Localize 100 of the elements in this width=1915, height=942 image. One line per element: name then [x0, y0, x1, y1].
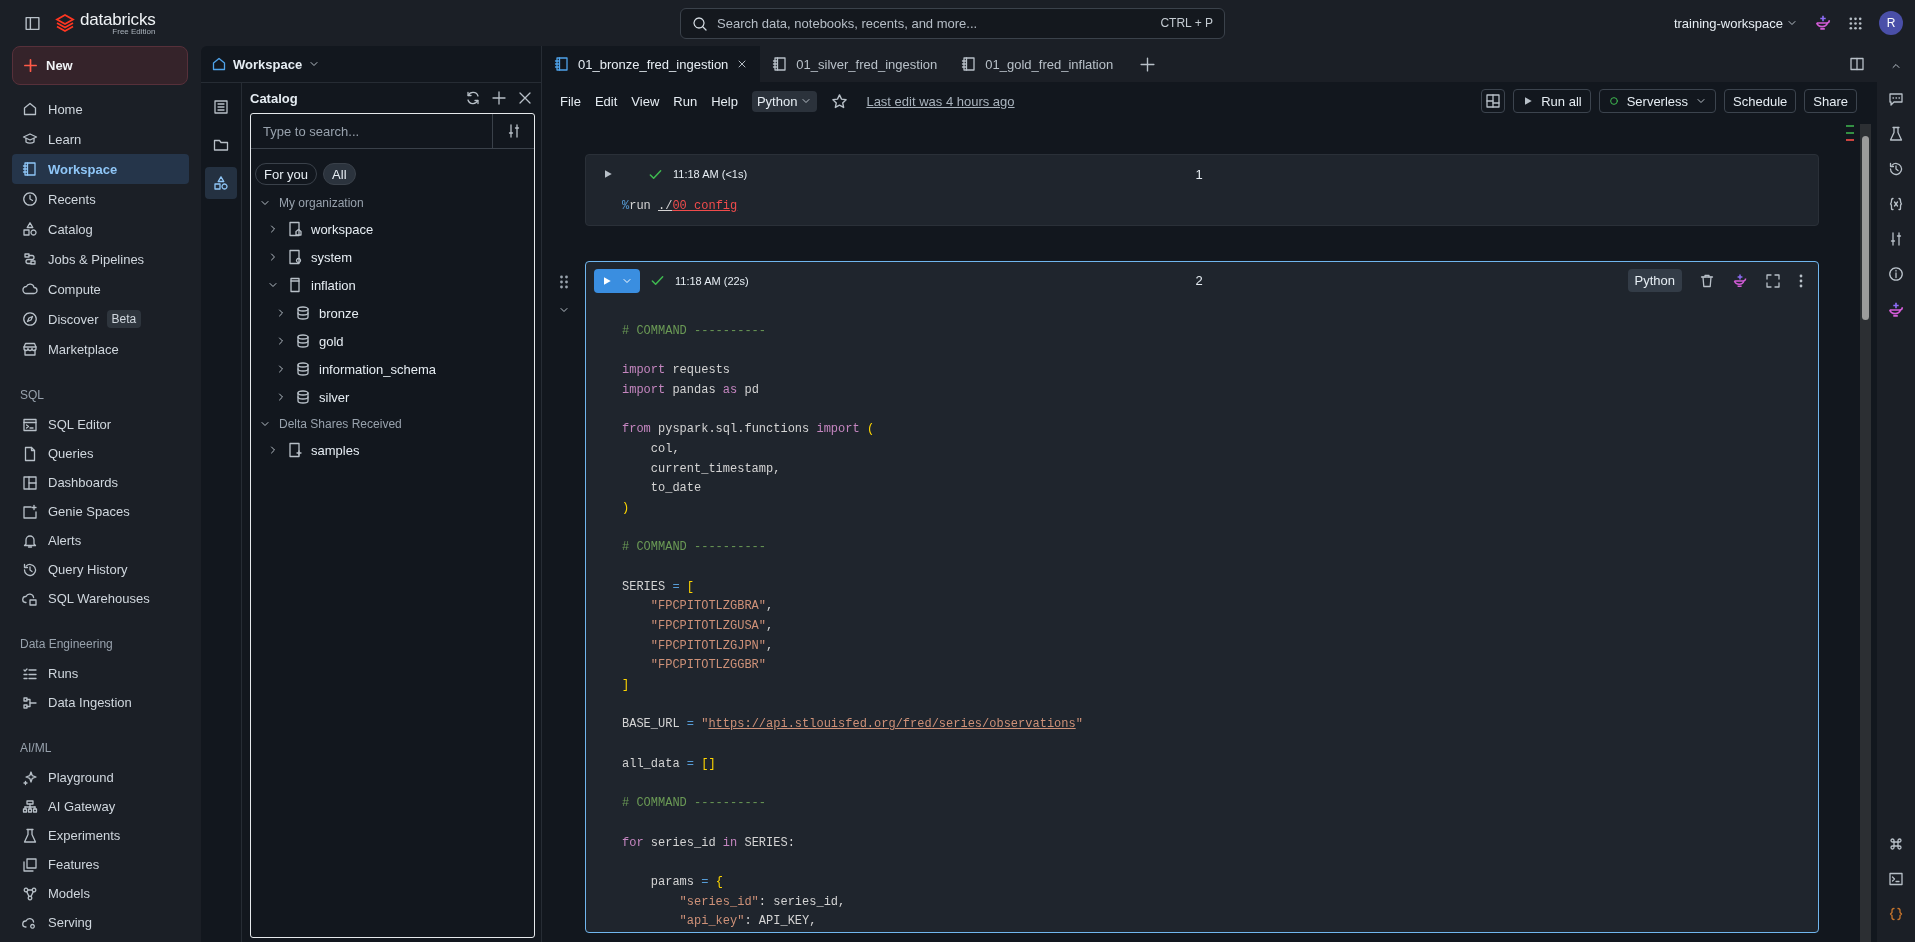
brand-name: databricks — [80, 10, 156, 28]
menu-item[interactable]: View — [631, 93, 660, 109]
nav-item[interactable]: Workspace — [12, 154, 189, 184]
panel-title[interactable]: Workspace — [233, 56, 303, 72]
language-badge[interactable]: Python — [1627, 269, 1682, 293]
sidebar-toggle-icon[interactable] — [24, 14, 41, 32]
code-line: to_date — [649, 480, 702, 498]
nav-item[interactable]: Experiments — [12, 821, 189, 850]
nav-item[interactable]: Playground — [12, 763, 189, 792]
assistant-icon[interactable] — [1732, 272, 1748, 289]
nav-item[interactable]: Models — [12, 879, 189, 908]
menu-item[interactable]: File — [560, 93, 581, 109]
nav-item[interactable]: Serving — [12, 908, 189, 937]
tree-item[interactable]: system — [251, 243, 534, 271]
code-line: import requests — [622, 362, 731, 380]
assistant-icon[interactable] — [1887, 301, 1905, 319]
panel-tab[interactable] — [205, 167, 237, 199]
language-dropdown[interactable]: Python — [751, 90, 818, 112]
command-icon[interactable] — [1888, 836, 1904, 852]
new-button[interactable]: New — [12, 46, 188, 85]
tree-item[interactable]: bronze — [251, 299, 534, 327]
notebook-tab[interactable]: 01_gold_fred_inflation — [949, 46, 1126, 82]
compute-dropdown[interactable]: Serverless — [1598, 89, 1717, 113]
nav-item[interactable]: Dashboards — [12, 468, 189, 497]
nav-item[interactable]: Recents — [12, 184, 189, 214]
tree-item[interactable]: My organization — [251, 190, 534, 215]
code-line: ) — [622, 499, 630, 517]
add-icon[interactable] — [491, 90, 507, 106]
assistant-icon[interactable] — [1814, 14, 1832, 32]
nav-item[interactable]: Learn — [12, 124, 189, 154]
star-icon[interactable] — [831, 92, 849, 110]
document-icon — [22, 445, 38, 462]
code-line: %run ./00_config — [622, 198, 738, 215]
run-cell-button[interactable] — [594, 268, 640, 293]
more-icon[interactable] — [1798, 272, 1804, 289]
nav-item[interactable]: Features — [12, 850, 189, 879]
history-icon[interactable] — [1888, 161, 1904, 177]
last-edit-link[interactable]: Last edit was 4 hours ago — [866, 93, 1015, 109]
close-icon[interactable] — [517, 90, 533, 106]
store-icon — [22, 341, 38, 357]
user-avatar[interactable]: R — [1879, 11, 1903, 35]
section-heading: AI/ML — [19, 740, 53, 757]
tree-item[interactable]: Delta Shares Received — [251, 411, 534, 436]
nav-item[interactable]: Data Ingestion — [12, 688, 189, 717]
share-button[interactable]: Share — [1804, 89, 1857, 113]
expand-icon[interactable] — [1765, 272, 1781, 289]
nav-item[interactable]: Alerts — [12, 526, 189, 555]
run-cell-icon[interactable] — [602, 168, 614, 180]
flask-icon[interactable] — [1888, 126, 1904, 142]
nav-item[interactable]: Genie Spaces — [12, 497, 189, 526]
tree-item[interactable]: silver — [251, 383, 534, 411]
workspace-switcher[interactable]: training-workspace — [1673, 15, 1798, 31]
drag-handle-icon[interactable] — [558, 273, 569, 290]
nav-item[interactable]: Runs — [12, 659, 189, 688]
tree-item[interactable]: inflation — [251, 271, 534, 299]
refresh-icon[interactable] — [465, 90, 481, 106]
notebook-cell[interactable] — [585, 260, 1819, 933]
notebook-cell[interactable]: 11:18 AM (<1s) 1 %run ./00_config — [585, 154, 1819, 226]
trash-icon[interactable] — [1699, 272, 1715, 289]
notebook-tab[interactable]: 01_bronze_fred_ingestion — [542, 46, 761, 82]
nav-item[interactable]: SQL Warehouses — [12, 584, 189, 613]
terminal-icon[interactable] — [1888, 871, 1904, 887]
split-view-icon[interactable] — [1849, 56, 1865, 72]
scrollbar[interactable] — [1860, 124, 1871, 942]
nav-item[interactable]: Query History — [12, 555, 189, 584]
menu-item[interactable]: Edit — [594, 93, 618, 109]
run-all-button[interactable]: Run all — [1513, 89, 1591, 113]
info-icon[interactable] — [1888, 266, 1904, 282]
nav-item[interactable]: Compute — [12, 274, 189, 304]
notebook-tab[interactable]: 01_silver_fred_ingestion — [760, 46, 950, 82]
nav-item[interactable]: Queries — [12, 439, 189, 468]
menu-item[interactable]: Help — [711, 93, 738, 109]
catalog-icon — [287, 249, 303, 265]
nav-item[interactable]: SQL Editor — [12, 410, 189, 439]
nav-item[interactable]: Jobs & Pipelines — [12, 244, 189, 274]
nav-item[interactable]: Marketplace — [12, 334, 189, 364]
nav-item[interactable]: AI Gateway — [12, 792, 189, 821]
minimap-drawing — [1846, 124, 1854, 144]
sparkle-icon — [22, 769, 38, 786]
add-tab-icon[interactable] — [1139, 55, 1157, 73]
tree-item[interactable]: samples — [251, 436, 534, 464]
code-line: from pyspark.sql.functions import ( — [622, 421, 875, 439]
schedule-button[interactable]: Schedule — [1724, 89, 1797, 113]
apps-grid-icon[interactable] — [1848, 15, 1863, 31]
layout-button[interactable] — [1481, 89, 1506, 113]
curly-braces-icon[interactable] — [1888, 906, 1904, 922]
sliders-icon[interactable] — [1888, 231, 1904, 247]
clock-icon — [22, 191, 38, 207]
nav-item[interactable]: Discover Beta — [12, 304, 189, 334]
nav-item[interactable]: Home — [12, 94, 189, 124]
tree-item[interactable]: information_schema — [251, 355, 534, 383]
nav-item[interactable]: Catalog — [12, 214, 189, 244]
comment-icon[interactable] — [1888, 91, 1904, 107]
braces-icon[interactable] — [1888, 196, 1904, 212]
menu-item[interactable]: Run — [673, 93, 698, 109]
tree-item[interactable]: workspace — [251, 215, 534, 243]
filter-chip[interactable]: All — [323, 163, 356, 185]
code-line: "series_id": series_id, — [678, 893, 846, 911]
tree-item[interactable]: gold — [251, 327, 534, 355]
catalog-search-field[interactable]: Type to search... — [251, 114, 492, 148]
